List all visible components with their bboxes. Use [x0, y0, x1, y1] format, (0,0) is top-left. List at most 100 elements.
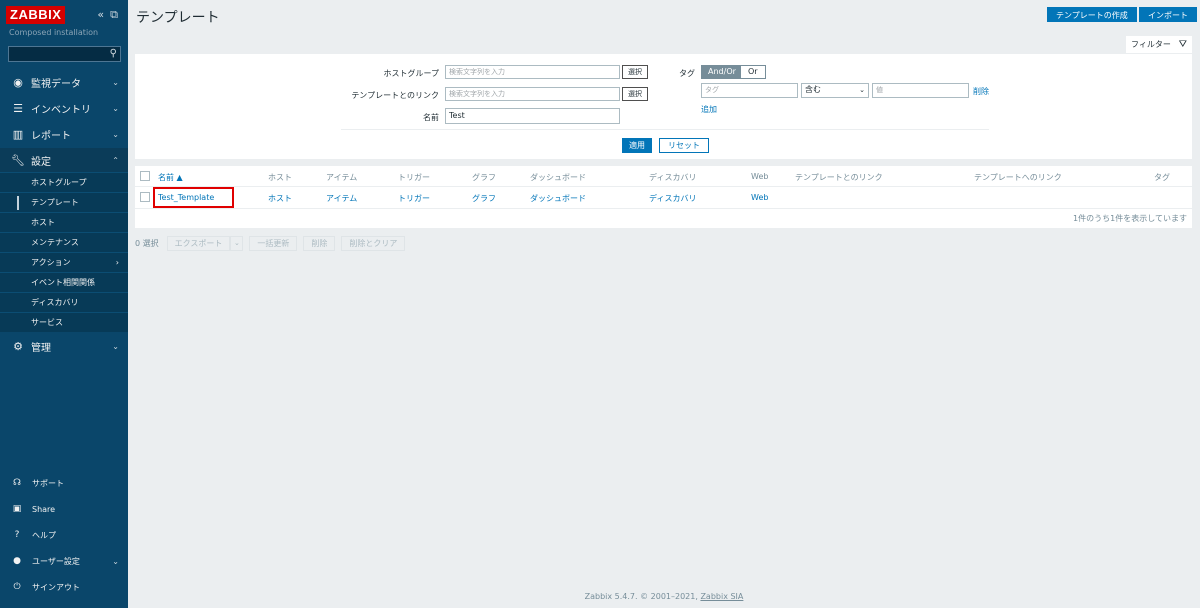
menu-share[interactable]: ▣ Share: [0, 499, 128, 519]
tag-remove-link[interactable]: 削除: [973, 86, 989, 97]
column-discovery: ディスカバリ: [649, 173, 697, 182]
chevron-right-icon: ›: [115, 258, 119, 267]
menu-administration[interactable]: ⚙ 管理 ⌄: [0, 334, 128, 358]
delete-clear-button[interactable]: 削除とクリア: [341, 236, 406, 251]
headset-icon: ☊: [13, 478, 21, 488]
submenu-maintenance[interactable]: メンテナンス: [0, 232, 128, 252]
submenu-services[interactable]: サービス: [0, 312, 128, 332]
tag-label: タグ: [679, 69, 695, 78]
column-graphs: グラフ: [472, 173, 496, 182]
linked-templates-input[interactable]: 検索文字列を入力: [445, 87, 620, 101]
tag-operator-select[interactable]: 含む ⌄: [801, 83, 869, 98]
chevron-down-icon: ⌄: [112, 77, 119, 87]
server-subtitle: Composed installation: [9, 28, 99, 37]
reset-button[interactable]: リセット: [659, 138, 709, 153]
triggers-link[interactable]: トリガー: [398, 193, 430, 204]
search-icon[interactable]: ⚲: [110, 48, 117, 59]
wrench-icon: 🔧︎: [11, 153, 25, 167]
items-link[interactable]: アイテム: [326, 193, 357, 204]
main-content: テンプレート テンプレートの作成 インポート フィルター ⛛ ホストグループ 検…: [128, 0, 1200, 608]
tag-andor-toggle[interactable]: And/Or: [701, 65, 743, 79]
filter-divider: [341, 129, 989, 130]
linked-templates-label: テンプレートとのリンク: [351, 91, 439, 100]
templates-table: 名前 ▲ ホスト アイテム トリガー グラフ ダッシュボード ディスカバリ We…: [135, 166, 1192, 228]
column-name[interactable]: 名前 ▲: [158, 172, 183, 183]
export-dropdown-icon[interactable]: ⌄: [230, 236, 244, 251]
dashboards-link[interactable]: ダッシュボード: [530, 193, 586, 204]
menu-help[interactable]: ? ヘルプ: [0, 525, 128, 545]
linked-templates-select-button[interactable]: 選択: [622, 87, 648, 101]
menu-support[interactable]: ☊ サポート: [0, 473, 128, 493]
hide-sidebar-icon[interactable]: ⧉: [110, 8, 118, 22]
delete-button[interactable]: 削除: [303, 236, 336, 251]
menu-user-settings[interactable]: ● ユーザー設定 ⌄: [0, 551, 128, 571]
column-tags: タグ: [1154, 173, 1170, 182]
filter-tab[interactable]: フィルター ⛛: [1126, 36, 1192, 53]
submenu-host-groups[interactable]: ホストグループ: [0, 172, 128, 192]
gear-icon: ⚙: [13, 339, 23, 353]
chevron-up-icon: ⌃: [112, 155, 119, 165]
hosts-link[interactable]: ホスト: [268, 193, 292, 204]
menu-configuration[interactable]: 🔧︎ 設定 ⌃: [0, 148, 128, 172]
zabbix-logo[interactable]: ZABBIX: [6, 6, 66, 24]
chevron-down-icon: ⌄: [112, 129, 119, 139]
submenu-event-correlation[interactable]: イベント相関関係: [0, 272, 128, 292]
column-hosts: ホスト: [268, 173, 292, 182]
menu-monitoring[interactable]: ◉ 監視データ ⌄: [0, 70, 128, 94]
table-summary: 1件のうち1件を表示しています: [1073, 214, 1187, 223]
filter-icon: ⛛: [1178, 39, 1187, 50]
chevron-down-icon: ⌄: [859, 86, 865, 94]
name-label: 名前: [423, 113, 439, 122]
collapse-sidebar-icon[interactable]: «: [97, 8, 104, 22]
tag-or-toggle[interactable]: Or: [740, 65, 766, 79]
column-dashboards: ダッシュボード: [530, 173, 586, 182]
select-all-checkbox[interactable]: [140, 171, 150, 181]
chevron-down-icon: ⌄: [112, 103, 119, 113]
user-icon: ●: [13, 556, 21, 566]
row-checkbox[interactable]: [140, 192, 150, 202]
sidebar-search-input[interactable]: ⚲: [8, 46, 121, 62]
mass-update-button[interactable]: 一括更新: [249, 236, 298, 251]
tag-value-input[interactable]: 値: [872, 83, 969, 98]
name-input[interactable]: Test: [445, 108, 620, 124]
share-icon: ▣: [12, 504, 22, 514]
submenu-templates[interactable]: テンプレート: [0, 192, 128, 212]
chevron-down-icon: ⌄: [112, 556, 119, 566]
tag-add-link[interactable]: 追加: [701, 104, 717, 115]
host-group-label: ホストグループ: [383, 69, 439, 78]
discovery-link[interactable]: ディスカバリ: [649, 193, 696, 204]
configuration-submenu: ホストグループ テンプレート ホスト メンテナンス アクション › イベント相関関…: [0, 172, 128, 332]
help-icon: ?: [14, 530, 20, 540]
list-icon: ☰: [13, 101, 23, 115]
menu-reports[interactable]: ▥ レポート ⌄: [0, 122, 128, 146]
chevron-down-icon: ⌄: [112, 341, 119, 351]
filter-panel: ホストグループ 検索文字列を入力 選択 テンプレートとのリンク 検索文字列を入力…: [135, 54, 1192, 159]
mass-actions-bar: 0 選択 エクスポート ⌄ 一括更新 削除 削除とクリア: [135, 236, 411, 251]
export-button[interactable]: エクスポート: [166, 236, 231, 251]
eye-icon: ◉: [13, 75, 23, 89]
power-icon: ⏻: [13, 582, 21, 592]
web-link[interactable]: Web: [751, 193, 768, 202]
graphs-link[interactable]: グラフ: [472, 193, 496, 204]
import-button[interactable]: インポート: [1139, 7, 1197, 22]
menu-sign-out[interactable]: ⏻ サインアウト: [0, 577, 128, 597]
column-linked-to: テンプレートへのリンク: [974, 173, 1062, 182]
page-title: テンプレート: [136, 10, 220, 26]
selected-count: 0 選択: [135, 239, 159, 248]
apply-button[interactable]: 適用: [622, 138, 652, 153]
submenu-discovery[interactable]: ディスカバリ: [0, 292, 128, 312]
submenu-actions[interactable]: アクション ›: [0, 252, 128, 272]
create-template-button[interactable]: テンプレートの作成: [1047, 7, 1137, 22]
footer: Zabbix 5.4.7. © 2001–2021, Zabbix SIA: [584, 592, 744, 601]
column-linked-templates: テンプレートとのリンク: [795, 173, 883, 182]
sidebar: ZABBIX « ⧉ Composed installation ⚲ ◉ 監視デ…: [0, 0, 128, 608]
column-triggers: トリガー: [398, 173, 430, 182]
highlight-box: [153, 187, 234, 208]
submenu-hosts[interactable]: ホスト: [0, 212, 128, 232]
column-web: Web: [751, 172, 769, 181]
zabbix-sia-link[interactable]: Zabbix SIA: [700, 592, 743, 601]
tag-name-input[interactable]: タグ: [701, 83, 798, 98]
menu-inventory[interactable]: ☰ インベントリ ⌄: [0, 96, 128, 120]
chart-icon: ▥: [12, 127, 24, 141]
column-items: アイテム: [326, 173, 358, 182]
